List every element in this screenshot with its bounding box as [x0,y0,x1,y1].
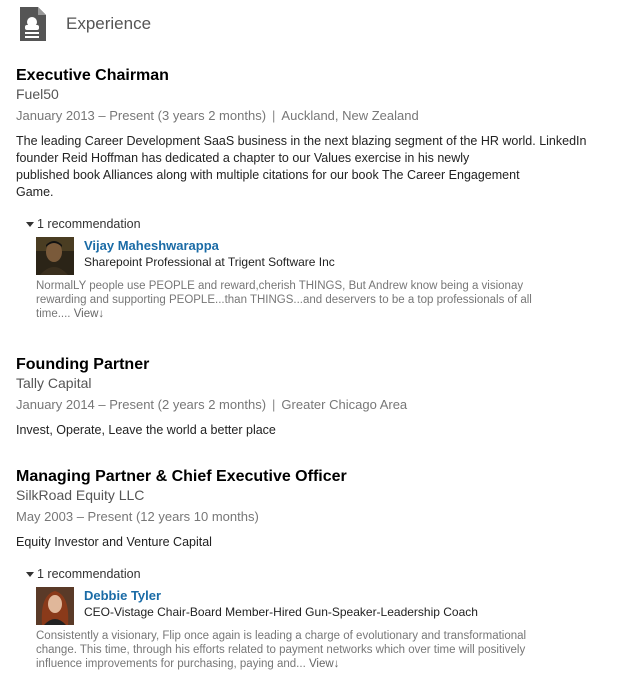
company-name[interactable]: Fuel50 [16,85,626,103]
recommendation-line: Consistently a visionary, Flip once agai… [36,630,527,642]
recommendation-line: NormalLY people use PEOPLE and reward,ch… [36,280,524,292]
recommendation: Debbie Tyler CEO-Vistage Chair-Board Mem… [36,587,626,625]
location: Auckland, New Zealand [281,108,419,123]
recommendation-line: change. This time, through his efforts r… [36,644,526,656]
position-entry: Executive Chairman Fuel50 January 2013 –… [16,66,626,321]
section-title: Experience [66,14,152,33]
document-icon [20,7,46,41]
description-line: Game. [16,185,54,199]
position-entry: Managing Partner & Chief Executive Offic… [16,467,626,671]
description-line: The leading Career Development SaaS busi… [16,134,587,148]
separator: | [272,108,276,123]
recommender-name[interactable]: Vijay Maheshwarappa [84,237,335,254]
job-title[interactable]: Managing Partner & Chief Executive Offic… [16,467,626,486]
description-line: published book Alliances along with mult… [16,168,520,182]
job-description: The leading Career Development SaaS busi… [16,133,616,201]
company-name[interactable]: Tally Capital [16,374,626,392]
recommendation-line: influence improvements for purchasing, p… [36,658,340,670]
recommender-info: Debbie Tyler CEO-Vistage Chair-Board Mem… [84,587,478,625]
section-header: Experience [18,6,151,42]
date-location: January 2014 – Present (2 years 2 months… [16,396,626,414]
location: Greater Chicago Area [281,397,408,412]
recommendation-line: rewarding and supporting PEOPLE...than T… [36,294,532,306]
view-more-link[interactable]: View↓ [74,308,104,320]
date-location: January 2013 – Present (3 years 2 months… [16,107,626,125]
recommendation-text: Consistently a visionary, Flip once agai… [36,629,596,671]
avatar[interactable] [36,587,74,625]
recommendation-count: 1 recommendation [37,567,141,581]
recommendation-count: 1 recommendation [37,217,141,231]
position-entry: Founding Partner Tally Capital January 2… [16,355,626,439]
date-range: January 2013 – Present (3 years 2 months… [16,108,267,123]
recommendation-toggle[interactable]: 1 recommendation [26,567,626,581]
recommender-role: Sharepoint Professional at Trigent Softw… [84,255,335,269]
recommendation: Vijay Maheshwarappa Sharepoint Professio… [36,237,626,275]
recommender-info: Vijay Maheshwarappa Sharepoint Professio… [84,237,335,275]
recommendation-toggle[interactable]: 1 recommendation [26,217,626,231]
caret-down-icon [26,221,34,227]
job-title[interactable]: Executive Chairman [16,66,626,85]
job-title[interactable]: Founding Partner [16,355,626,374]
separator: | [272,397,276,412]
job-description: Invest, Operate, Leave the world a bette… [16,423,276,437]
date-range: January 2014 – Present (2 years 2 months… [16,397,267,412]
recommender-role: CEO-Vistage Chair-Board Member-Hired Gun… [84,605,478,619]
recommender-name[interactable]: Debbie Tyler [84,587,478,604]
company-name[interactable]: SilkRoad Equity LLC [16,486,626,504]
job-description: Equity Investor and Venture Capital [16,535,212,549]
avatar[interactable] [36,237,74,275]
description-line: founder Reid Hoffman has dedicated a cha… [16,151,470,165]
recommendation-line: time.... View↓ [36,308,105,320]
date-range: May 2003 – Present (12 years 10 months) [16,509,259,524]
recommendation-text: NormalLY people use PEOPLE and reward,ch… [36,279,596,321]
caret-down-icon [26,571,34,577]
view-more-link[interactable]: View↓ [309,658,339,670]
